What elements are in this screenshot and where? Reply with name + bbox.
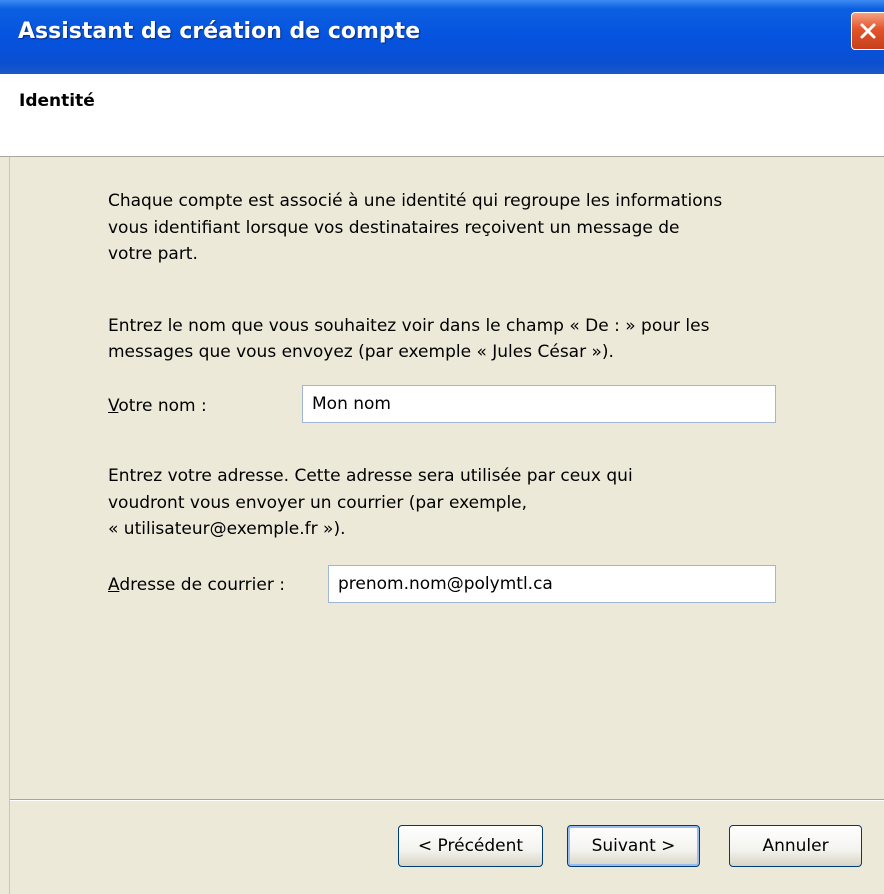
- title-bar[interactable]: Assistant de création de compte: [0, 0, 884, 74]
- name-instructions-line: messages que vous envoyez (par exemple «…: [108, 342, 614, 362]
- intro-line: Chaque compte est associé à une identité…: [108, 191, 723, 211]
- next-button[interactable]: Suivant >: [567, 825, 700, 867]
- page-title: Identité: [19, 91, 95, 111]
- dialog-left-edge: [0, 157, 10, 894]
- name-input[interactable]: Mon nom: [302, 385, 776, 423]
- email-label-access-key: A: [108, 575, 120, 595]
- email-input[interactable]: prenom.nom@polymtl.ca: [328, 565, 776, 603]
- address-instructions-line: Entrez votre adresse. Cette adresse sera…: [108, 466, 633, 486]
- footer-separator: [10, 799, 884, 801]
- name-label: Votre nom :: [108, 396, 207, 416]
- close-button[interactable]: [851, 12, 884, 50]
- email-label-text: dresse de courrier :: [119, 575, 285, 595]
- wizard-header: Identité: [0, 74, 884, 157]
- close-icon: [860, 23, 876, 39]
- address-instructions-line: voudront vous envoyer un courrier (par e…: [108, 493, 528, 513]
- back-button[interactable]: < Précédent: [398, 825, 543, 867]
- intro-line: votre part.: [108, 244, 198, 264]
- email-label: Adresse de courrier :: [108, 575, 285, 595]
- name-label-text: otre nom :: [118, 396, 207, 416]
- cancel-button[interactable]: Annuler: [729, 825, 862, 867]
- window-title: Assistant de création de compte: [18, 19, 421, 44]
- address-instructions-line: « utilisateur@exemple.fr »).: [108, 519, 346, 539]
- name-label-access-key: V: [108, 396, 119, 416]
- intro-line: vous identifiant lorsque vos destinatair…: [108, 218, 680, 238]
- name-instructions-line: Entrez le nom que vous souhaitez voir da…: [108, 316, 710, 336]
- account-wizard-dialog: Assistant de création de compte Identité…: [0, 0, 884, 894]
